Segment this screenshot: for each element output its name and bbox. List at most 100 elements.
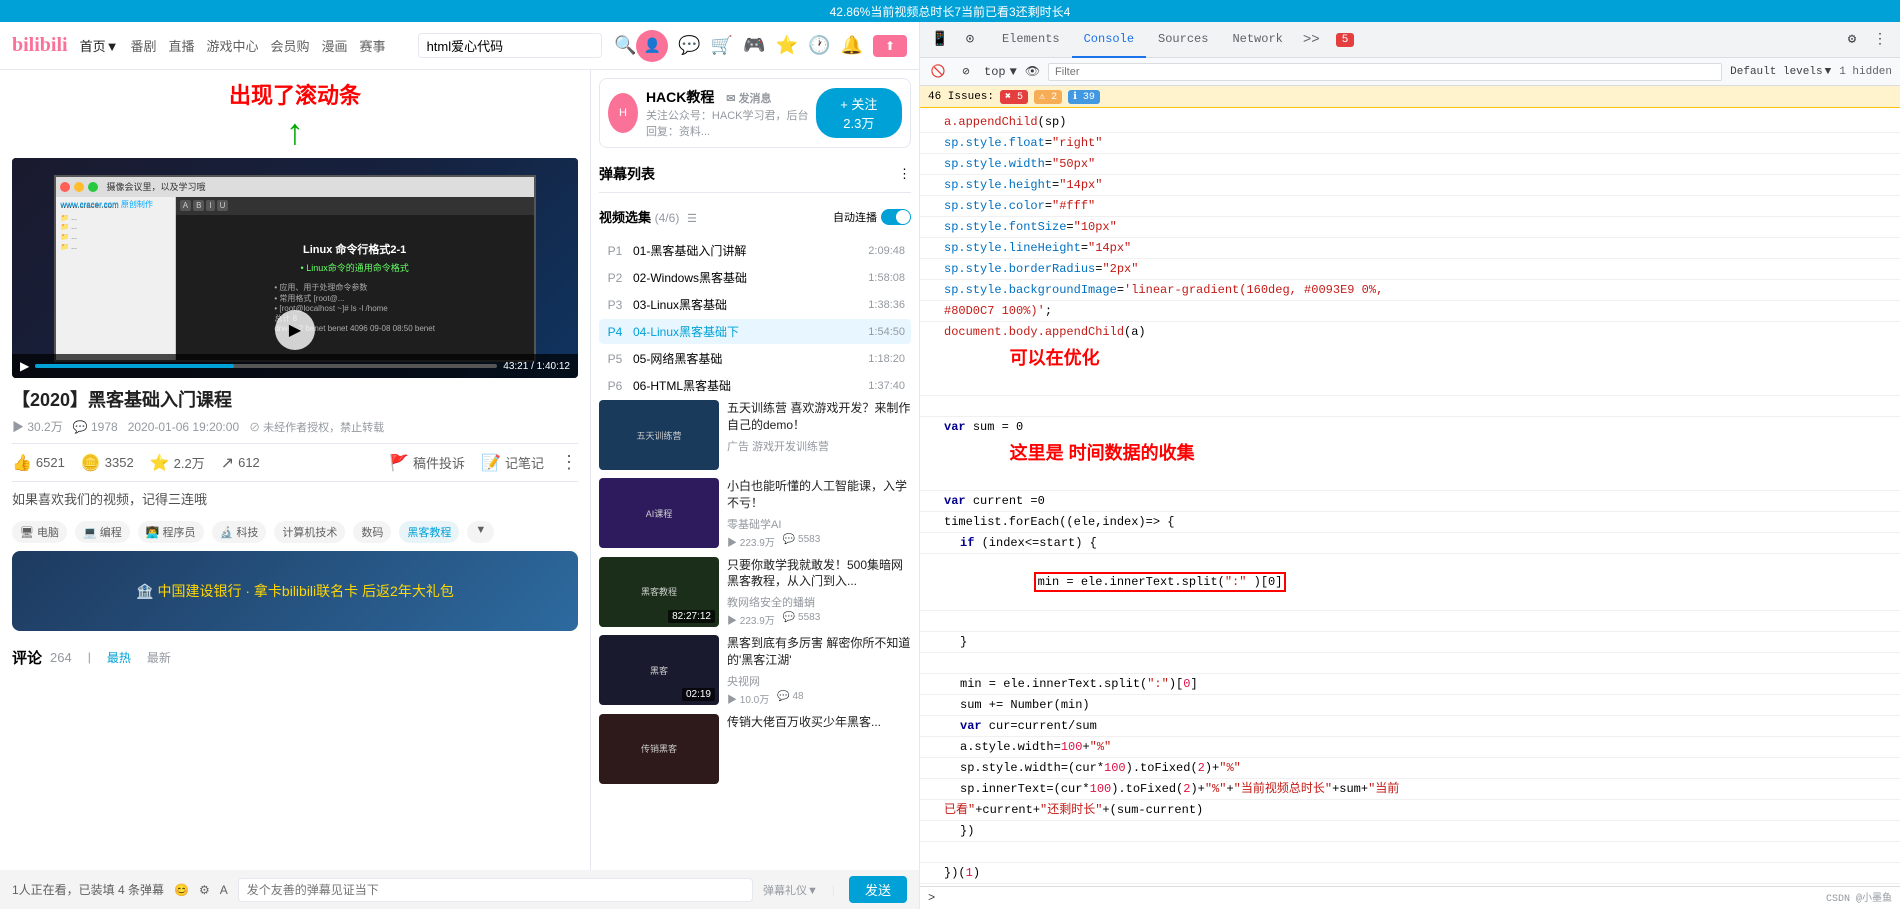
- star-action[interactable]: ⭐ 2.2万: [150, 453, 205, 473]
- tag-digital[interactable]: 数码: [353, 521, 391, 543]
- playlist-item-p6[interactable]: P6 06-HTML黑客基础 1:37:40: [599, 373, 911, 398]
- search-bar[interactable]: [418, 33, 602, 58]
- devtools-more-icon[interactable]: ⋮: [1868, 28, 1892, 52]
- separator: |: [832, 883, 835, 897]
- clear-console-btn[interactable]: 🚫: [928, 62, 948, 82]
- nav-bangumi[interactable]: 番剧: [130, 36, 156, 55]
- rec-video-3[interactable]: 黑客 02:19 黑客到底有多厉害 解密你所不知道的'黑客江湖' 央视网 ▶ 1…: [599, 635, 911, 706]
- nav-manga[interactable]: 漫画: [322, 36, 348, 55]
- devtools-panel: 📱 ⊙ Elements Console Sources Network >> …: [920, 22, 1900, 909]
- rec-video-2[interactable]: 黑客教程 82:27:12 只要你敢学我就敢发！500集暗网黑客教程，从入门到入…: [599, 557, 911, 628]
- rec-video-1[interactable]: AI课程 小白也能听懂的人工智能课，入学不亏！ 零基础学AI ▶ 223.9万💬…: [599, 478, 911, 549]
- header-icons: 👤 💬 🛒 🎮 ⭐ 🕐 🔔 ⬆: [636, 30, 907, 62]
- console-line-width-style: a.style.width=100+"%": [920, 737, 1900, 758]
- settings-icon[interactable]: ⚙: [199, 883, 210, 897]
- rec-video-0[interactable]: 五天训练营 五天训练营 喜欢游戏开发？来制作自己的demo！ 广告 游戏开发训练…: [599, 400, 911, 470]
- danmaku-more-icon[interactable]: ⋮: [898, 166, 911, 182]
- playlist-item-p1[interactable]: P1 01-黑客基础入门讲解 2:09:48: [599, 238, 911, 263]
- console-line-iife-end: })(1): [920, 863, 1900, 884]
- filter-input[interactable]: [1048, 63, 1722, 81]
- rec-thumbnail-1: AI课程: [599, 478, 719, 548]
- tab-network[interactable]: Network: [1220, 22, 1294, 58]
- rec-stats-1: ▶ 223.9万💬 5583: [727, 534, 911, 549]
- playlist-item-duration: 1:18:20: [868, 353, 905, 365]
- progress-bar[interactable]: [35, 364, 497, 368]
- danmaku-input[interactable]: [238, 878, 753, 902]
- nav-sports[interactable]: 赛事: [360, 36, 386, 55]
- feedback-icon[interactable]: 💬: [678, 35, 700, 56]
- search-input[interactable]: [427, 38, 593, 53]
- history-icon[interactable]: 🕐: [808, 35, 830, 56]
- rec-video-4[interactable]: 传销黑客 传销大佬百万收买少年黑客...: [599, 714, 911, 784]
- eye-icon[interactable]: 👁: [1025, 64, 1040, 79]
- like-action[interactable]: 👍 6521: [12, 453, 65, 473]
- message-icon[interactable]: 🛒: [711, 35, 733, 56]
- playlist-item-p4[interactable]: P4 04-Linux黑客基础下 1:54:50: [599, 319, 911, 344]
- play-button[interactable]: ▶: [275, 310, 315, 350]
- playlist-item-name: 01-黑客基础入门讲解: [633, 242, 860, 259]
- nav-game[interactable]: 游戏中心: [207, 36, 259, 55]
- show-network-btn[interactable]: ⊘: [956, 62, 976, 82]
- tab-sources[interactable]: Sources: [1146, 22, 1220, 58]
- author-message-link[interactable]: ✉ 发消息: [726, 93, 771, 105]
- playlist-item-p5[interactable]: P5 05-网络黑客基础 1:18:20: [599, 346, 911, 371]
- video-inner-frame: 摄像会议里，以及学习哦 www.cracer.com 📁 ... 📁 ... 📁…: [54, 175, 535, 362]
- devtools-tabs: 📱 ⊙ Elements Console Sources Network >> …: [920, 22, 1900, 58]
- rec-info-0: 五天训练营 喜欢游戏开发？来制作自己的demo！ 广告 游戏开发训练营: [727, 400, 911, 470]
- playlist-item-name: 03-Linux黑客基础: [633, 296, 860, 313]
- smiley-icon[interactable]: 😊: [174, 883, 189, 897]
- banner-ad[interactable]: 🏦 中国建设银行 · 拿卡bilibili联名卡 后返2年大礼包: [12, 551, 578, 631]
- nav-home[interactable]: 首页▼: [80, 36, 119, 55]
- video-player[interactable]: 摄像会议里，以及学习哦 www.cracer.com 📁 ... 📁 ... 📁…: [12, 158, 578, 378]
- tag-computer[interactable]: 🖥 电脑: [12, 521, 67, 543]
- font-icon[interactable]: A: [220, 883, 228, 897]
- playlist-item-p3[interactable]: P3 03-Linux黑客基础 1:38:36: [599, 292, 911, 317]
- device-toolbar-icon[interactable]: 📱: [928, 28, 952, 52]
- playlist-num: P1: [605, 244, 625, 258]
- upload-button[interactable]: ⬆: [873, 35, 907, 57]
- tag-computer-tech[interactable]: 计算机技术: [274, 521, 345, 543]
- notes-action[interactable]: 📝 记笔记: [481, 453, 544, 473]
- toggle-switch[interactable]: [881, 209, 911, 225]
- console-output[interactable]: a.appendChild(sp) sp.style.float="right"…: [920, 108, 1900, 886]
- tab-elements[interactable]: Elements: [990, 22, 1072, 58]
- more-actions-icon[interactable]: ⋮: [560, 452, 578, 473]
- tag-programmer[interactable]: 👨‍💻 程序员: [138, 521, 204, 543]
- tab-console[interactable]: Console: [1072, 22, 1146, 58]
- default-levels-button[interactable]: Default levels ▼: [1730, 66, 1831, 78]
- user-avatar[interactable]: 👤: [636, 30, 668, 62]
- comments-new-tab[interactable]: 最新: [147, 649, 171, 666]
- tag-coding[interactable]: 💻 编程: [75, 521, 130, 543]
- bullet-count: 💬 1978: [73, 420, 118, 434]
- favorite-icon[interactable]: ⭐: [776, 35, 798, 56]
- nav-live[interactable]: 直播: [168, 36, 194, 55]
- context-select[interactable]: top ▼ 👁: [984, 64, 1040, 79]
- tag-hacker[interactable]: 黑客教程: [399, 521, 459, 543]
- notification-icon[interactable]: 🔔: [841, 35, 863, 56]
- share-icon: ↗: [221, 453, 234, 473]
- console-line-min2: min = ele.innerText.split(":")[0]: [920, 674, 1900, 695]
- settings-gear-icon[interactable]: ⚙: [1840, 28, 1864, 52]
- share-action[interactable]: ↗ 612: [221, 453, 260, 473]
- comments-title: 评论: [12, 647, 42, 668]
- comments-hot-tab[interactable]: 最热: [107, 649, 131, 666]
- follow-button[interactable]: + 关注 2.3万: [816, 88, 902, 138]
- console-line-sum: var sum = 0 这里是 时间数据的收集: [920, 417, 1900, 491]
- console-line-5: sp.style.color="#fff": [920, 196, 1900, 217]
- send-button[interactable]: 发送: [849, 876, 907, 903]
- ceremony-label[interactable]: 弹幕礼仪▼: [763, 882, 818, 898]
- nav-vip[interactable]: 会员购: [271, 36, 310, 55]
- game-icon[interactable]: 🎮: [743, 35, 765, 56]
- more-tabs-button[interactable]: >>: [1295, 32, 1328, 48]
- inspect-icon[interactable]: ⊙: [958, 28, 982, 52]
- tag-more[interactable]: ▼: [467, 521, 494, 543]
- search-icon[interactable]: 🔍: [614, 35, 636, 56]
- console-input[interactable]: [943, 891, 1892, 905]
- coin-action[interactable]: 🪙 3352: [81, 453, 134, 473]
- tag-tech[interactable]: 🔬 科技: [212, 521, 267, 543]
- bilibili-logo[interactable]: bilibili: [12, 34, 68, 57]
- play-pause-btn[interactable]: ▶: [20, 359, 29, 373]
- auto-play-toggle[interactable]: 自动连播: [833, 209, 911, 225]
- playlist-item-p2[interactable]: P2 02-Windows黑客基础 1:58:08: [599, 265, 911, 290]
- report-action[interactable]: 🚩 稿件投诉: [389, 453, 465, 473]
